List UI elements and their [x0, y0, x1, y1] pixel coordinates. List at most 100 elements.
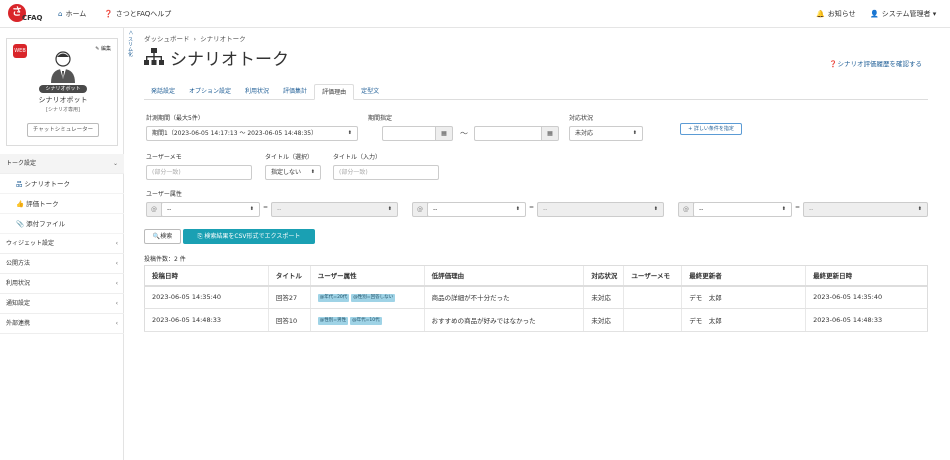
user-label: システム管理者: [881, 10, 931, 18]
breadcrumb-dashboard[interactable]: ダッシュボード: [144, 35, 190, 43]
column-header-status[interactable]: 対応状況: [583, 265, 624, 287]
user-attribute-filter-3: @ -- ⬍ = -- ⬍: [678, 202, 928, 217]
column-header-posted-at[interactable]: 投稿日時: [144, 265, 269, 287]
bell-icon: 🔔: [816, 10, 825, 18]
at-sign-icon: @: [146, 202, 162, 217]
column-header-user-memo[interactable]: ユーザーメモ: [623, 265, 682, 287]
tab-templates[interactable]: 定型文: [354, 84, 386, 100]
bot-profile-card: WEB ✎ 編集 シナリオボット シナリオボット [シナリオ専用] チャットシミ…: [6, 38, 118, 146]
chevron-left-icon: ‹: [115, 280, 118, 287]
sidebar-collapse-toggle[interactable]: ＜ スリム化: [124, 28, 134, 88]
home-link[interactable]: ⌂ ホーム: [58, 9, 86, 19]
attribute-key-select[interactable]: -- ⬍: [693, 202, 792, 217]
sitemap-icon: [144, 48, 164, 65]
user-menu[interactable]: 👤 システム管理者 ▾: [870, 9, 936, 19]
chat-simulator-button[interactable]: チャットシミュレーター: [27, 123, 99, 137]
status-label: 対応状況: [569, 115, 594, 122]
user-attribute-label: ユーザー属性: [146, 191, 182, 198]
column-header-updated-by[interactable]: 最終更新者: [681, 265, 806, 287]
bot-subtitle: [シナリオ専用]: [46, 107, 80, 113]
attribute-chip: @性別=回答しない: [351, 294, 396, 303]
top-bar: さ CFAQ ⌂ ホーム ❓ さつとFAQヘルプ 🔔 お知らせ 👤 システム管理者 ▾: [0, 0, 950, 28]
attribute-value-select[interactable]: -- ⬍: [537, 202, 664, 217]
column-header-user-attributes[interactable]: ユーザー属性: [309, 265, 425, 287]
caret-down-icon: ▾: [930, 10, 937, 18]
period-select-value: 期間1（2023-06-05 14:17:13 〜 2023-06-05 14:…: [152, 130, 318, 137]
calendar-icon[interactable]: ▦: [435, 126, 453, 141]
sidebar-item-usage[interactable]: 利用状況 ‹: [0, 274, 124, 294]
sidebar-subitem-attachments[interactable]: 📎 添付ファイル: [0, 214, 124, 234]
cell-posted-at: 2023-06-05 14:35:40: [144, 285, 269, 309]
rating-history-link[interactable]: ❓シナリオ評価履歴を確認する: [829, 58, 922, 68]
sidebar-subitem-rating-talk[interactable]: 👍 評価トーク: [0, 194, 124, 214]
logo-text: CFAQ: [22, 14, 43, 22]
title-select-label: タイトル（選択）: [265, 154, 314, 161]
cell-status: 未対応: [583, 285, 624, 309]
attribute-key-value: --: [167, 206, 172, 213]
at-sign-icon: @: [678, 202, 694, 217]
sidebar-subitem-label: 評価トーク: [26, 200, 59, 208]
sidebar-item-integrations[interactable]: 外部連携 ‹: [0, 314, 124, 334]
cell-user-attributes: @性別=男性 @年代=10代: [309, 308, 425, 332]
cell-user-attributes: @年代=20代 @性別=回答しない: [309, 285, 425, 309]
title-select[interactable]: 指定しない ⬍: [265, 165, 321, 180]
attribute-key-select[interactable]: -- ⬍: [427, 202, 526, 217]
sidebar-menu: トーク設定 ⌄ 品シナリオトーク 👍 評価トーク 📎 添付ファイル ウィジェット設定…: [0, 154, 124, 334]
select-arrows-icon: ⬍: [310, 169, 315, 175]
at-sign-icon: @: [412, 202, 428, 217]
tab-utterance-settings[interactable]: 発話設定: [144, 84, 182, 100]
tab-bar: 発話設定 オプション設定 利用状況 評価集計 評価理由 定型文: [144, 84, 928, 100]
edit-link[interactable]: ✎ 編集: [95, 45, 111, 52]
column-header-low-rating-reason[interactable]: 低評価理由: [423, 265, 584, 287]
notice-link[interactable]: 🔔 お知らせ: [816, 9, 856, 19]
table-header-row: 投稿日時 タイトル ユーザー属性 低評価理由 対応状況 ユーザーメモ 最終更新者…: [144, 265, 928, 287]
edit-label: 編集: [100, 46, 111, 52]
sidebar-item-publish[interactable]: 公開方法 ‹: [0, 254, 124, 274]
help-link[interactable]: ❓ さつとFAQヘルプ: [104, 9, 171, 19]
column-header-title[interactable]: タイトル: [267, 265, 311, 287]
cell-updated-by: デモ 太郎: [681, 308, 806, 332]
date-range-start-input[interactable]: [382, 126, 438, 141]
date-range-label: 期間指定: [368, 115, 393, 122]
equals-sign: =: [795, 204, 801, 211]
calendar-icon[interactable]: ▦: [541, 126, 559, 141]
cell-user-memo: [623, 285, 682, 309]
thumbs-up-icon: 👍: [16, 200, 25, 208]
detailed-conditions-button[interactable]: + 詳しい条件を指定: [680, 123, 742, 135]
chevron-left-icon: ‹: [115, 300, 118, 307]
attribute-key-select[interactable]: -- ⬍: [161, 202, 260, 217]
title-input[interactable]: (部分一致): [333, 165, 439, 180]
sidebar-item-label: ウィジェット設定: [6, 240, 55, 247]
table-row[interactable]: 2023-06-05 14:48:33 回答10 @性別=男性 @年代=10代 お…: [144, 308, 928, 332]
tab-usage[interactable]: 利用状況: [238, 84, 276, 100]
paperclip-icon: 📎: [16, 220, 25, 228]
select-arrows-icon: ⬍: [515, 206, 520, 212]
attribute-value-select[interactable]: -- ⬍: [803, 202, 928, 217]
sidebar-item-talk-settings[interactable]: トーク設定 ⌄: [0, 154, 124, 174]
attribute-value: --: [809, 206, 814, 213]
chevron-down-icon: ⌄: [112, 160, 118, 167]
tab-option-settings[interactable]: オプション設定: [182, 84, 238, 100]
title-input-label: タイトル（入力）: [333, 154, 382, 161]
sidebar-item-label: 利用状況: [6, 280, 31, 287]
period-select[interactable]: 期間1（2023-06-05 14:17:13 〜 2023-06-05 14:…: [146, 126, 358, 141]
column-header-updated-at[interactable]: 最終更新日時: [805, 265, 928, 287]
cell-user-memo: [623, 308, 682, 332]
sidebar-subitem-scenario-talk[interactable]: 品シナリオトーク: [0, 174, 124, 194]
tab-rating-summary[interactable]: 評価集計: [276, 84, 314, 100]
table-row[interactable]: 2023-06-05 14:35:40 回答27 @年代=20代 @性別=回答しな…: [144, 285, 928, 309]
export-csv-button[interactable]: ⎘ 検索結果をCSV形式でエクスポート: [183, 229, 315, 244]
tab-rating-reasons[interactable]: 評価理由: [314, 84, 355, 100]
sidebar-item-notifications[interactable]: 通知設定 ‹: [0, 294, 124, 314]
equals-sign: =: [529, 204, 535, 211]
attribute-value-select[interactable]: -- ⬍: [271, 202, 398, 217]
cfaq-logo[interactable]: さ CFAQ: [8, 4, 42, 24]
user-memo-input[interactable]: (部分一致): [146, 165, 252, 180]
status-select[interactable]: 未対応 ⬍: [569, 126, 643, 141]
select-arrows-icon: ⬍: [347, 130, 352, 136]
date-range-end-input[interactable]: [474, 126, 544, 141]
web-badge: WEB: [13, 44, 27, 58]
sidebar-subitem-label: シナリオトーク: [24, 180, 71, 188]
search-button[interactable]: 🔍検索: [144, 229, 181, 244]
sidebar-item-widget-settings[interactable]: ウィジェット設定 ‹: [0, 234, 124, 254]
